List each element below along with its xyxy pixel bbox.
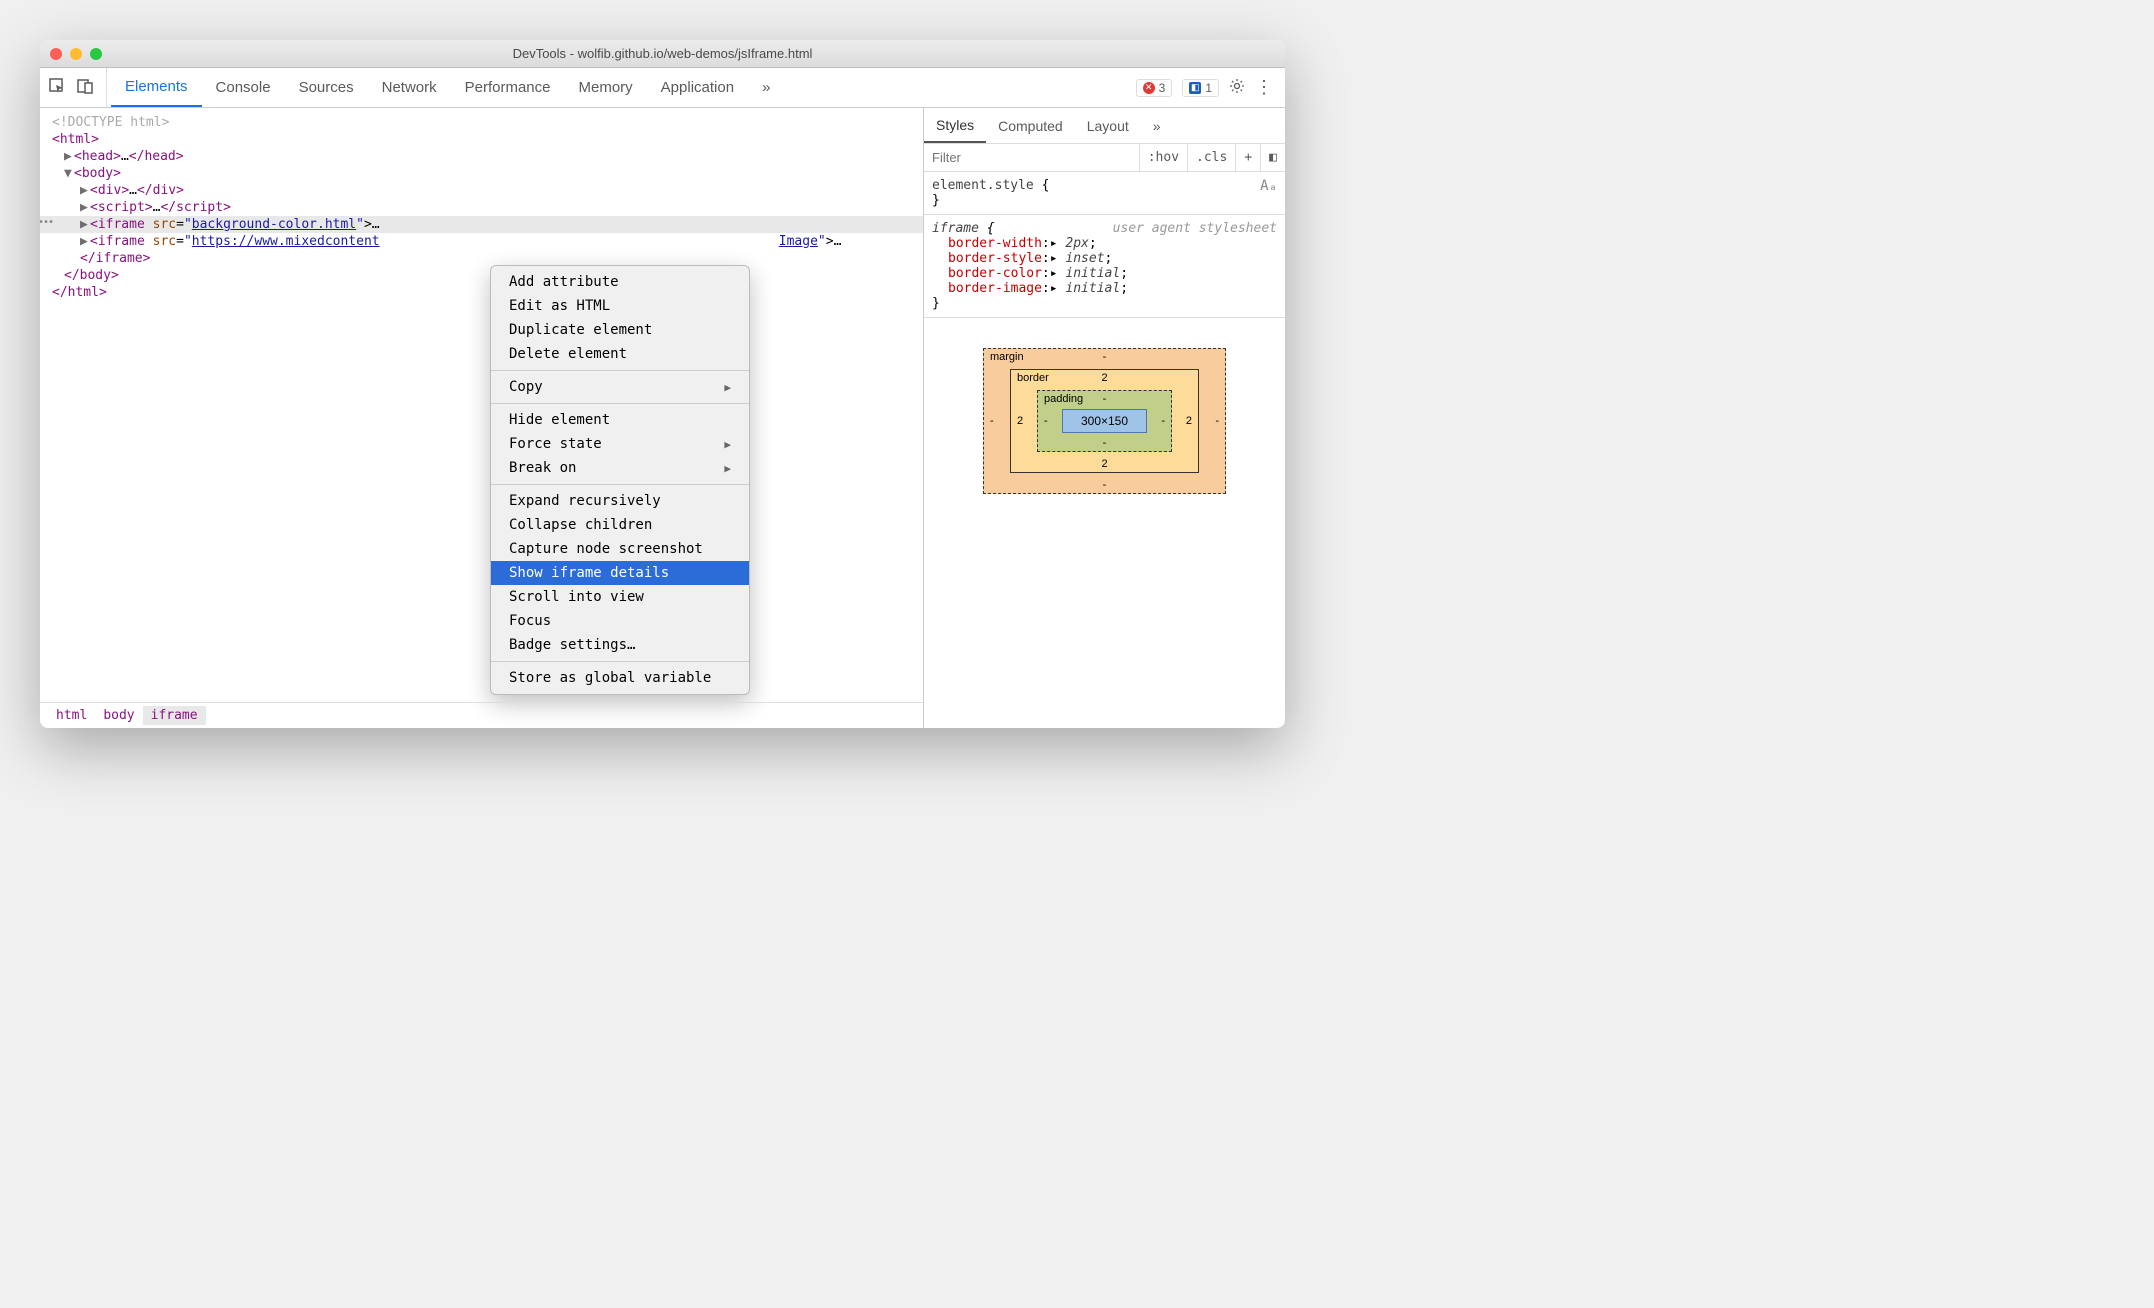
box-content[interactable]: 300×150: [1062, 409, 1147, 433]
ctx-separator: [491, 403, 749, 404]
ctx-hide[interactable]: Hide element: [491, 408, 749, 432]
box-margin[interactable]: margin - - - - border 2 2 2 2 padding -: [983, 348, 1226, 494]
tab-elements[interactable]: Elements: [111, 68, 202, 107]
ctx-separator: [491, 370, 749, 371]
minimize-window-icon[interactable]: [70, 48, 82, 60]
dom-body-open[interactable]: ▼<body>: [40, 165, 923, 182]
crumb-body[interactable]: body: [95, 706, 142, 725]
ctx-break-on[interactable]: Break on▶: [491, 456, 749, 480]
ctx-show-iframe-details[interactable]: Show iframe details: [491, 561, 749, 585]
tab-performance[interactable]: Performance: [451, 68, 565, 107]
crumb-html[interactable]: html: [48, 706, 95, 725]
subtab-styles[interactable]: Styles: [924, 108, 986, 143]
device-toggle-icon[interactable]: [76, 77, 94, 99]
dom-div[interactable]: ▶<div>…</div>: [40, 182, 923, 199]
dom-script[interactable]: ▶<script>…</script>: [40, 199, 923, 216]
traffic-lights: [50, 48, 102, 60]
main-toolbar: Elements Console Sources Network Perform…: [40, 68, 1285, 108]
ctx-duplicate[interactable]: Duplicate element: [491, 318, 749, 342]
window-title: DevTools - wolfib.github.io/web-demos/js…: [40, 46, 1285, 61]
tabs-overflow[interactable]: »: [748, 68, 784, 107]
issue-count: 1: [1205, 81, 1212, 95]
settings-icon[interactable]: [1229, 78, 1245, 98]
ctx-separator: [491, 484, 749, 485]
maximize-window-icon[interactable]: [90, 48, 102, 60]
ctx-expand[interactable]: Expand recursively: [491, 489, 749, 513]
crumb-iframe[interactable]: iframe: [143, 706, 206, 725]
chevron-right-icon: ▶: [724, 381, 731, 394]
dom-head[interactable]: ▶<head>…</head>: [40, 148, 923, 165]
dom-iframe-2[interactable]: ▶<iframe src="https://www.mixedcontent I…: [40, 233, 923, 250]
styles-panel: Styles Computed Layout » :hov .cls + ◧ e…: [923, 108, 1285, 728]
margin-label: margin: [990, 351, 1024, 363]
ctx-add-attribute[interactable]: Add attribute: [491, 270, 749, 294]
styles-subtabs: Styles Computed Layout »: [924, 108, 1285, 144]
dom-html-close[interactable]: </html>: [40, 284, 923, 301]
padding-label: padding: [1044, 393, 1083, 405]
dom-html-open[interactable]: <html>: [40, 131, 923, 148]
ctx-collapse[interactable]: Collapse children: [491, 513, 749, 537]
close-window-icon[interactable]: [50, 48, 62, 60]
dom-doctype[interactable]: <!DOCTYPE html>: [40, 114, 923, 131]
issue-badge[interactable]: ◧1: [1182, 79, 1219, 97]
ctx-scroll-into-view[interactable]: Scroll into view: [491, 585, 749, 609]
chevron-right-icon: ▶: [724, 438, 731, 451]
hov-button[interactable]: :hov: [1139, 144, 1187, 171]
ctx-separator: [491, 661, 749, 662]
ctx-store-global[interactable]: Store as global variable: [491, 666, 749, 690]
filter-input[interactable]: [924, 150, 1139, 165]
error-badge[interactable]: ✕3: [1136, 79, 1173, 97]
tab-console[interactable]: Console: [202, 68, 285, 107]
ctx-badge-settings[interactable]: Badge settings…: [491, 633, 749, 657]
tab-sources[interactable]: Sources: [285, 68, 368, 107]
panel-toggle-icon[interactable]: ◧: [1260, 144, 1285, 171]
dom-iframe-close[interactable]: </iframe>: [40, 250, 923, 267]
devtools-window: DevTools - wolfib.github.io/web-demos/js…: [40, 40, 1285, 728]
box-border[interactable]: border 2 2 2 2 padding - - - - 300×150: [1010, 369, 1199, 473]
subtab-computed[interactable]: Computed: [986, 108, 1075, 143]
ctx-screenshot[interactable]: Capture node screenshot: [491, 537, 749, 561]
ctx-edit-html[interactable]: Edit as HTML: [491, 294, 749, 318]
dom-body-close[interactable]: </body>: [40, 267, 923, 284]
tab-network[interactable]: Network: [368, 68, 451, 107]
subtab-layout[interactable]: Layout: [1075, 108, 1141, 143]
ctx-focus[interactable]: Focus: [491, 609, 749, 633]
cls-button[interactable]: .cls: [1187, 144, 1235, 171]
tab-application[interactable]: Application: [647, 68, 748, 107]
box-padding[interactable]: padding - - - - 300×150: [1037, 390, 1172, 452]
titlebar: DevTools - wolfib.github.io/web-demos/js…: [40, 40, 1285, 68]
more-icon[interactable]: ⋮: [1255, 77, 1273, 98]
new-rule-button[interactable]: +: [1235, 144, 1260, 171]
error-icon: ✕: [1143, 82, 1155, 94]
error-count: 3: [1159, 81, 1166, 95]
ctx-copy[interactable]: Copy▶: [491, 375, 749, 399]
box-model[interactable]: margin - - - - border 2 2 2 2 padding -: [924, 318, 1285, 524]
element-style-rule[interactable]: element.style { Aₐ }: [924, 172, 1285, 215]
inspect-icon[interactable]: [48, 77, 66, 99]
border-label: border: [1017, 372, 1049, 384]
context-menu: Add attribute Edit as HTML Duplicate ele…: [490, 265, 750, 695]
ctx-force-state[interactable]: Force state▶: [491, 432, 749, 456]
main-tabs: Elements Console Sources Network Perform…: [111, 68, 1136, 107]
main-content: <!DOCTYPE html> <html> ▶<head>…</head> ▼…: [40, 108, 1285, 728]
subtabs-overflow[interactable]: »: [1141, 108, 1173, 143]
chevron-right-icon: ▶: [724, 462, 731, 475]
tab-memory[interactable]: Memory: [565, 68, 647, 107]
ctx-delete[interactable]: Delete element: [491, 342, 749, 366]
filter-row: :hov .cls + ◧: [924, 144, 1285, 172]
iframe-rule[interactable]: iframe { user agent stylesheet border-wi…: [924, 215, 1285, 318]
breadcrumb: html body iframe: [40, 702, 923, 728]
font-icon[interactable]: Aₐ: [1260, 178, 1277, 194]
dom-iframe-selected[interactable]: ▶<iframe src="background-color.html">…: [40, 216, 923, 233]
issue-icon: ◧: [1189, 82, 1201, 94]
dom-panel: <!DOCTYPE html> <html> ▶<head>…</head> ▼…: [40, 108, 923, 728]
